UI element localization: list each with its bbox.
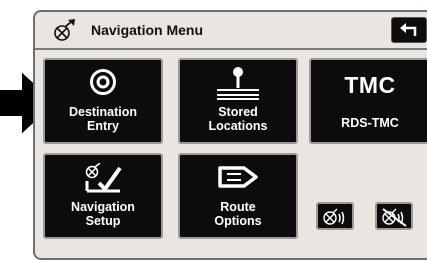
tmc-button[interactable]: TMC RDS-TMC — [309, 58, 427, 144]
navigation-setup-label: Navigation Setup — [71, 200, 135, 228]
return-arrow-icon — [400, 23, 417, 36]
tmc-title: TMC — [344, 72, 396, 98]
title-bar: Navigation Menu — [35, 12, 427, 50]
voice-guidance-on-icon — [323, 208, 345, 225]
route-arrow-icon — [218, 166, 258, 188]
back-button[interactable] — [391, 17, 427, 43]
route-options-button[interactable]: Route Options — [178, 153, 298, 239]
voice-guidance-on-button[interactable] — [316, 202, 354, 230]
destination-entry-label: Destination Entry — [68, 105, 138, 133]
route-options-label: Route Options — [214, 200, 262, 228]
nav-satellite-icon — [51, 18, 77, 44]
page-title: Navigation Menu — [91, 22, 204, 38]
voice-guidance-muted-icon — [382, 208, 407, 227]
voice-guidance-off-button[interactable] — [375, 202, 413, 230]
stored-locations-button[interactable]: Stored Locations — [178, 58, 298, 144]
stored-locations-label: Stored Locations — [208, 105, 268, 133]
satellite-checkmark-icon — [85, 163, 122, 193]
tmc-subtitle: RDS-TMC — [341, 116, 399, 130]
navigation-menu-screen: Navigation Menu Destination Entry Stored… — [33, 10, 427, 260]
destination-entry-button[interactable]: Destination Entry — [43, 58, 163, 144]
pin-on-lines-icon — [217, 67, 259, 100]
navigation-setup-button[interactable]: Navigation Setup — [43, 153, 163, 239]
target-icon — [90, 69, 116, 95]
